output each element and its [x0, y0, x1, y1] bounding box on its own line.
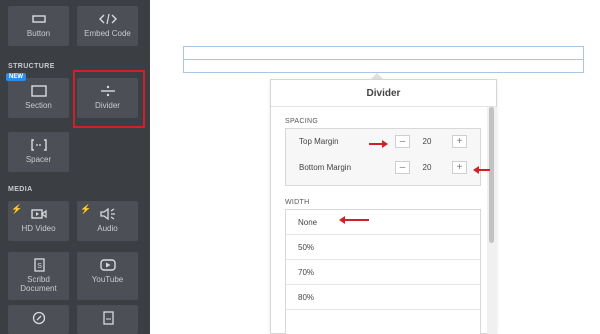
top-margin-increment-button[interactable]: +: [452, 135, 467, 148]
tile-embed-code[interactable]: Embed Code: [77, 6, 138, 46]
spacer-icon: [29, 138, 49, 152]
document-icon: S: [29, 258, 49, 272]
sidebar: Button Embed Code STRUCTURE Section NEW …: [0, 0, 150, 334]
bolt-icon: ⚡: [11, 204, 23, 214]
tile-label: Section: [25, 101, 52, 110]
compass-icon: [29, 311, 49, 325]
tile-youtube[interactable]: YouTube: [77, 252, 138, 300]
divider-highlight-box: [73, 70, 145, 128]
button-icon: [29, 12, 49, 26]
tile-scribd-document[interactable]: S Scribd Document: [8, 252, 69, 300]
tile-label: YouTube: [91, 275, 124, 284]
panel-scrollbar[interactable]: [487, 107, 497, 334]
bolt-icon: ⚡: [80, 204, 92, 214]
tile-label: HD Video: [21, 224, 56, 233]
audio-icon: [98, 207, 118, 221]
spacing-heading: SPACING: [285, 118, 319, 125]
width-option-70[interactable]: 70%: [286, 260, 480, 285]
bottom-margin-label: Bottom Margin: [299, 163, 352, 172]
tile-audio[interactable]: ⚡ Audio: [77, 201, 138, 241]
annotation-arrow-width-none: [339, 216, 369, 224]
top-margin-value[interactable]: 20: [417, 137, 437, 146]
tile-label: Button: [26, 29, 51, 38]
tile-label: Scribd Document: [20, 275, 57, 293]
canvas-divider-guide-top[interactable]: [183, 46, 584, 60]
media-heading: MEDIA: [8, 186, 33, 193]
bottom-margin-decrement-button[interactable]: –: [395, 161, 410, 174]
section-icon: [29, 84, 49, 98]
canvas-divider-guide-bottom[interactable]: [183, 59, 584, 73]
panel-title: Divider: [271, 80, 496, 107]
scrollbar-thumb[interactable]: [489, 107, 494, 243]
code-icon: [98, 12, 118, 26]
tile-label: Audio: [97, 224, 118, 233]
tile-label: Embed Code: [84, 29, 131, 38]
structure-heading: STRUCTURE: [8, 63, 55, 70]
width-options-list: None 50% 70% 80%: [285, 209, 481, 334]
annotation-arrow-top-margin: [369, 140, 388, 148]
youtube-icon: [98, 258, 118, 272]
top-margin-label: Top Margin: [299, 137, 339, 146]
tile-label: Spacer: [25, 155, 52, 164]
top-margin-decrement-button[interactable]: –: [395, 135, 410, 148]
width-heading: WIDTH: [285, 199, 310, 206]
width-option-none[interactable]: None: [286, 210, 480, 235]
tile-section[interactable]: Section: [8, 78, 69, 118]
width-option-50[interactable]: 50%: [286, 235, 480, 260]
tile-file[interactable]: [77, 305, 138, 334]
bottom-margin-value[interactable]: 20: [417, 163, 437, 172]
tile-compass[interactable]: [8, 305, 69, 334]
svg-text:S: S: [37, 263, 42, 270]
tile-hd-video[interactable]: ⚡ HD Video: [8, 201, 69, 241]
file-icon: [98, 311, 118, 325]
new-badge: NEW: [6, 73, 26, 81]
width-option-80[interactable]: 80%: [286, 285, 480, 310]
tile-button[interactable]: Button: [8, 6, 69, 46]
divider-settings-panel: Divider SPACING Top Margin – 20 + Bottom…: [270, 79, 497, 334]
bottom-margin-increment-button[interactable]: +: [452, 161, 467, 174]
spacing-group: Top Margin – 20 + Bottom Margin – 20 +: [285, 128, 481, 186]
annotation-arrow-bottom-margin: [473, 166, 490, 174]
video-icon: [29, 207, 49, 221]
tile-spacer[interactable]: Spacer: [8, 132, 69, 172]
